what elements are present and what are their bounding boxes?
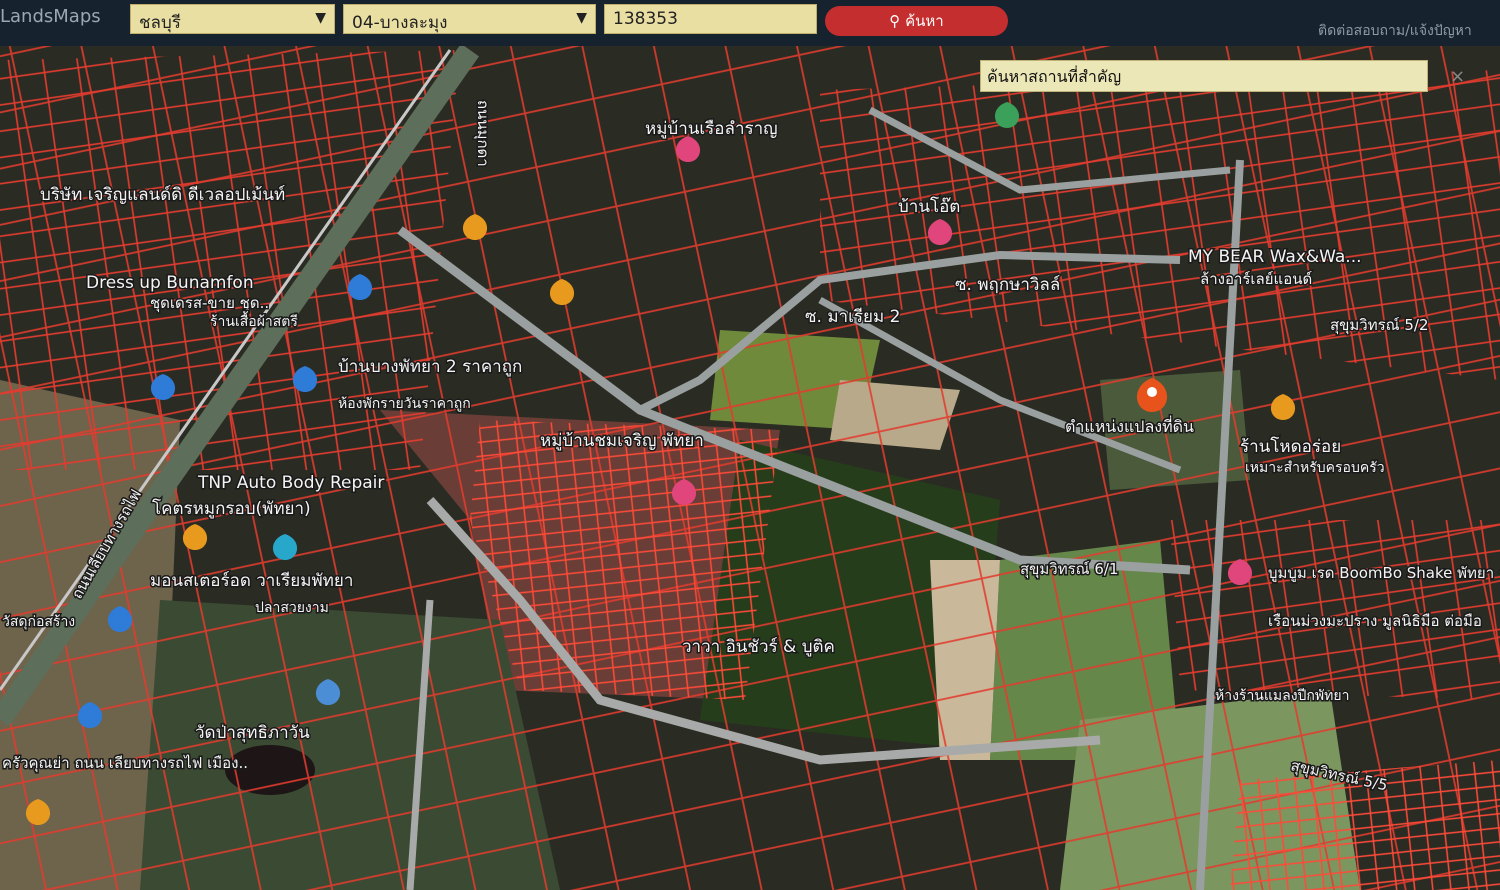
district-select[interactable]: 04-บางละมุง ▼ [343,4,596,34]
parcel-grid-village [470,420,780,700]
map-label: ล้างอาร์เลย์แอนด์ [1200,270,1312,288]
map-canvas[interactable]: หมู่บ้านเรือลำราญ บริษัท เจริญแลนด์ดิ ดี… [0,46,1500,890]
search-icon: ⚲ [889,12,901,30]
map-label: ซ. มาเรียม 2 [805,307,900,327]
map-label: วาวา อินชัวร์ & บูติค [682,637,835,657]
map-label: บริษัท เจริญแลนด์ดิ ดีเวลอปเม้นท์ [40,185,285,205]
map-label: ห้างร้านแมลงปีกพัทยา [1215,688,1349,704]
province-value: ชลบุรี [139,13,181,33]
map-label: สุขุมวิทรณ์ 5/2 [1330,316,1429,335]
map-label: ห้องพักรายวันราคาถูก [338,396,471,412]
place-search-input[interactable]: ค้นหาสถานที่สำคัญ [980,60,1428,92]
map-label: วัสดุก่อสร้าง [2,614,75,630]
chevron-down-icon: ▼ [576,10,587,26]
map-label: บูมบูม เรด BoomBo Shake พัทยา ราคาถูก [1268,564,1500,582]
district-value: 04-บางละมุง [352,13,448,33]
map-label: เรือนม่วงมะปราง มูลนิธิมือ ต่อมือ [1268,612,1482,630]
map-label: Dress up Bunamfon [86,273,254,293]
place-search-placeholder: ค้นหาสถานที่สำคัญ [987,67,1122,86]
app-logo: LandsMaps [0,6,101,27]
search-button[interactable]: ⚲ ค้นหา [825,6,1008,36]
map-label: หมู่บ้านชมเจริญ พัทยา [540,431,704,451]
map-label: หมู่บ้านเรือลำราญ [645,119,778,139]
map-label: MY BEAR Wax&Wa... [1188,247,1362,267]
map-label: TNP Auto Body Repair [197,473,384,493]
map-label: ร้านเสื้อผ้าสตรี [210,311,298,330]
map-label: ครัวคุณย่า ถนน เลียบทางรถไฟ เมือง.. [2,754,248,773]
chevron-down-icon: ▼ [315,10,326,26]
map-label: วัดป่าสุทธิภาวัน [195,723,310,743]
map-label: สุขุมวิทรณ์ 6/1 [1020,560,1119,579]
map-label: ถนนมุกดา [473,100,492,167]
map-label: ปลาสวยงาม [255,600,329,616]
parcel-number-input[interactable]: 138353 [604,4,817,34]
map-label: ซ. พฤกษาวิลล์ [955,275,1060,295]
parcel-number-value: 138353 [613,9,678,29]
map-label: บ้านโอ๊ต [898,196,960,217]
map-label: มอนสเตอร์อด วาเรียมพัทยา [150,571,353,591]
top-toolbar: LandsMaps ชลบุรี ▼ 04-บางละมุง ▼ 138353 … [0,0,1500,46]
top-right-link[interactable]: ติดต่อสอบถาม/แจ้งปัญหา [1318,20,1472,42]
map-label: บ้านบางพัทยา 2 ราคาถูก [338,357,522,377]
map-label: เหมาะสำหรับครอบครัว [1245,460,1385,476]
map-label: โคตรหมูกรอบ(พัทยา) [152,498,311,519]
province-select[interactable]: ชลบุรี ▼ [130,4,335,34]
map-label: ร้านโหดอร่อย [1240,436,1341,457]
close-icon[interactable]: × [1450,66,1465,87]
map-label: ชุดเดรส-ขาย ชุด.. [150,294,269,313]
map-label: ตำแหน่งแปลงที่ดิน [1065,415,1194,436]
search-button-label: ค้นหา [905,12,944,30]
